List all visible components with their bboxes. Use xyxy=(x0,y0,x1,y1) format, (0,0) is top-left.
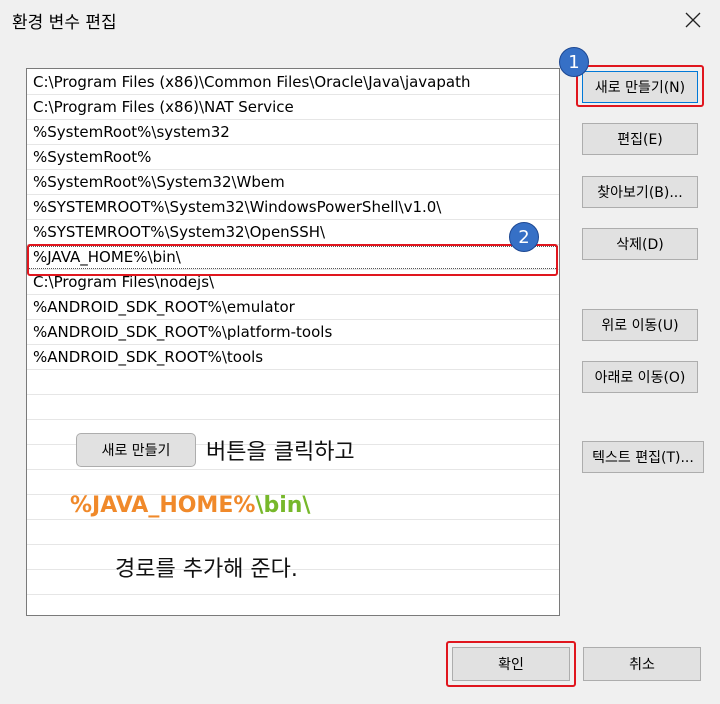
edit-button[interactable]: 편집(E) xyxy=(582,123,698,155)
list-item[interactable]: C:\Program Files (x86)\NAT Service xyxy=(27,95,559,120)
highlight-java-home-row xyxy=(27,244,558,276)
highlight-new-button xyxy=(576,65,704,107)
move-up-button[interactable]: 위로 이동(U) xyxy=(582,309,698,341)
close-button[interactable] xyxy=(678,5,708,35)
list-empty-row xyxy=(27,520,559,545)
delete-button[interactable]: 삭제(D) xyxy=(582,228,698,260)
list-item[interactable]: %SYSTEMROOT%\System32\WindowsPowerShell\… xyxy=(27,195,559,220)
list-item[interactable]: %ANDROID_SDK_ROOT%\emulator xyxy=(27,295,559,320)
list-item[interactable]: %SystemRoot%\System32\Wbem xyxy=(27,170,559,195)
title-bar: 환경 변수 편집 xyxy=(0,0,720,41)
annotation-path-java-home: %JAVA_HOME% xyxy=(70,493,256,518)
list-item[interactable]: %SystemRoot%\system32 xyxy=(27,120,559,145)
list-item[interactable]: %SYSTEMROOT%\System32\OpenSSH\ xyxy=(27,220,559,245)
window-title: 환경 변수 편집 xyxy=(12,13,117,33)
list-empty-row xyxy=(27,595,559,615)
browse-button[interactable]: 찾아보기(B)... xyxy=(582,176,698,208)
cancel-button[interactable]: 취소 xyxy=(583,647,701,681)
list-empty-row xyxy=(27,470,559,495)
list-empty-row xyxy=(27,370,559,395)
annotation-line1: 버튼을 클릭하고 xyxy=(206,440,355,465)
annotation-path-bin: \bin\ xyxy=(255,493,311,518)
list-item[interactable]: %ANDROID_SDK_ROOT%\tools xyxy=(27,345,559,370)
path-listbox[interactable]: C:\Program Files (x86)\Common Files\Orac… xyxy=(26,68,560,616)
step-badge-2: 2 xyxy=(509,222,539,252)
close-icon xyxy=(685,12,701,28)
annotation-new-button-image: 새로 만들기 xyxy=(76,433,196,467)
list-empty-row xyxy=(27,395,559,420)
list-item[interactable]: C:\Program Files (x86)\Common Files\Orac… xyxy=(27,70,559,95)
step-badge-1: 1 xyxy=(559,47,589,77)
annotation-line3: 경로를 추가해 준다. xyxy=(115,557,298,582)
list-item[interactable]: %ANDROID_SDK_ROOT%\platform-tools xyxy=(27,320,559,345)
move-down-button[interactable]: 아래로 이동(O) xyxy=(582,361,698,393)
list-item[interactable]: %SystemRoot% xyxy=(27,145,559,170)
annotation-path: %JAVA_HOME%\bin\ xyxy=(70,493,310,518)
edit-text-button[interactable]: 텍스트 편집(T)... xyxy=(582,441,704,473)
highlight-ok-button xyxy=(446,641,576,687)
